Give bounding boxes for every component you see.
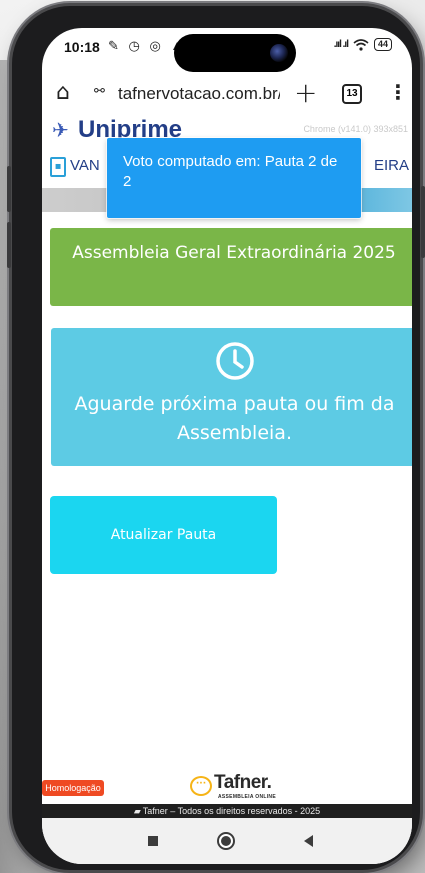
- power-button: [421, 186, 425, 258]
- tafner-logo: ··· Tafner. ASSEMBLEIA ONLINE: [190, 772, 280, 804]
- battery-icon: 44: [373, 38, 392, 51]
- footer-copyright: ▰ Tafner – Todos os direitos reservados -…: [42, 804, 412, 818]
- uniprime-logo-icon: ✈: [52, 118, 69, 142]
- volume-button-lower: [7, 222, 11, 268]
- toast-message: Voto computado em: Pauta 2 de 2: [123, 153, 338, 190]
- nav-right-label[interactable]: EIRA: [374, 157, 409, 174]
- browser-toolbar: ⌂ ⚯ tafnervotacao.com.br/ + 13 ⋮: [42, 72, 412, 118]
- recents-icon[interactable]: [148, 836, 158, 846]
- phone-frame: 10:18 ✎ ◷ ◎ ▲ .ııl .ıl 44 ⌂ ⚯ tafnervota…: [7, 6, 425, 870]
- back-icon[interactable]: [304, 835, 313, 847]
- chat-bubble-icon: ···: [190, 776, 212, 796]
- status-right: .ııl .ıl 44: [334, 38, 392, 51]
- waiting-message: Aguarde próxima pauta ou fim da Assemble…: [74, 393, 395, 444]
- signal-icon: .ııl .ıl: [333, 39, 349, 50]
- tafner-brand: Tafner.: [214, 772, 272, 793]
- address-bar[interactable]: tafnervotacao.com.br/: [118, 84, 280, 104]
- home-button-icon[interactable]: [217, 832, 235, 850]
- browser-menu-icon[interactable]: ⋮: [388, 80, 408, 104]
- assembly-title: Assembleia Geral Extraordinária 2025: [72, 243, 396, 263]
- folder-icon: ▰: [133, 806, 141, 816]
- new-tab-icon[interactable]: +: [294, 76, 317, 109]
- vote-toast[interactable]: Voto computado em: Pauta 2 de 2: [107, 138, 361, 218]
- phone-screen: 10:18 ✎ ◷ ◎ ▲ .ııl .ıl 44 ⌂ ⚯ tafnervota…: [42, 28, 412, 864]
- home-icon[interactable]: ⌂: [56, 80, 70, 105]
- chrome-version-text: Chrome (v141.0) 393x851: [303, 124, 408, 134]
- status-bar: 10:18 ✎ ◷ ◎ ▲ .ııl .ıl 44: [42, 28, 412, 72]
- camera-icon: [270, 44, 288, 62]
- status-time: 10:18: [64, 39, 100, 55]
- android-nav-bar: [42, 818, 412, 864]
- wifi-icon: [353, 38, 369, 51]
- nav-user-label[interactable]: VAN: [70, 157, 100, 174]
- environment-badge: Homologação: [42, 780, 104, 796]
- waiting-card: Aguarde próxima pauta ou fim da Assemble…: [51, 328, 412, 466]
- assembly-title-card: Assembleia Geral Extraordinária 2025: [50, 228, 412, 306]
- copyright-text: Tafner – Todos os direitos reservados - …: [142, 806, 321, 816]
- tafner-subtitle: ASSEMBLEIA ONLINE: [218, 794, 276, 800]
- update-agenda-button[interactable]: Atualizar Pauta: [50, 496, 277, 574]
- volume-button: [7, 166, 11, 212]
- id-card-icon: ▪: [50, 157, 66, 177]
- clock-icon: [216, 342, 254, 380]
- tab-switcher-button[interactable]: 13: [342, 84, 362, 104]
- site-settings-icon[interactable]: ⚯: [94, 84, 105, 99]
